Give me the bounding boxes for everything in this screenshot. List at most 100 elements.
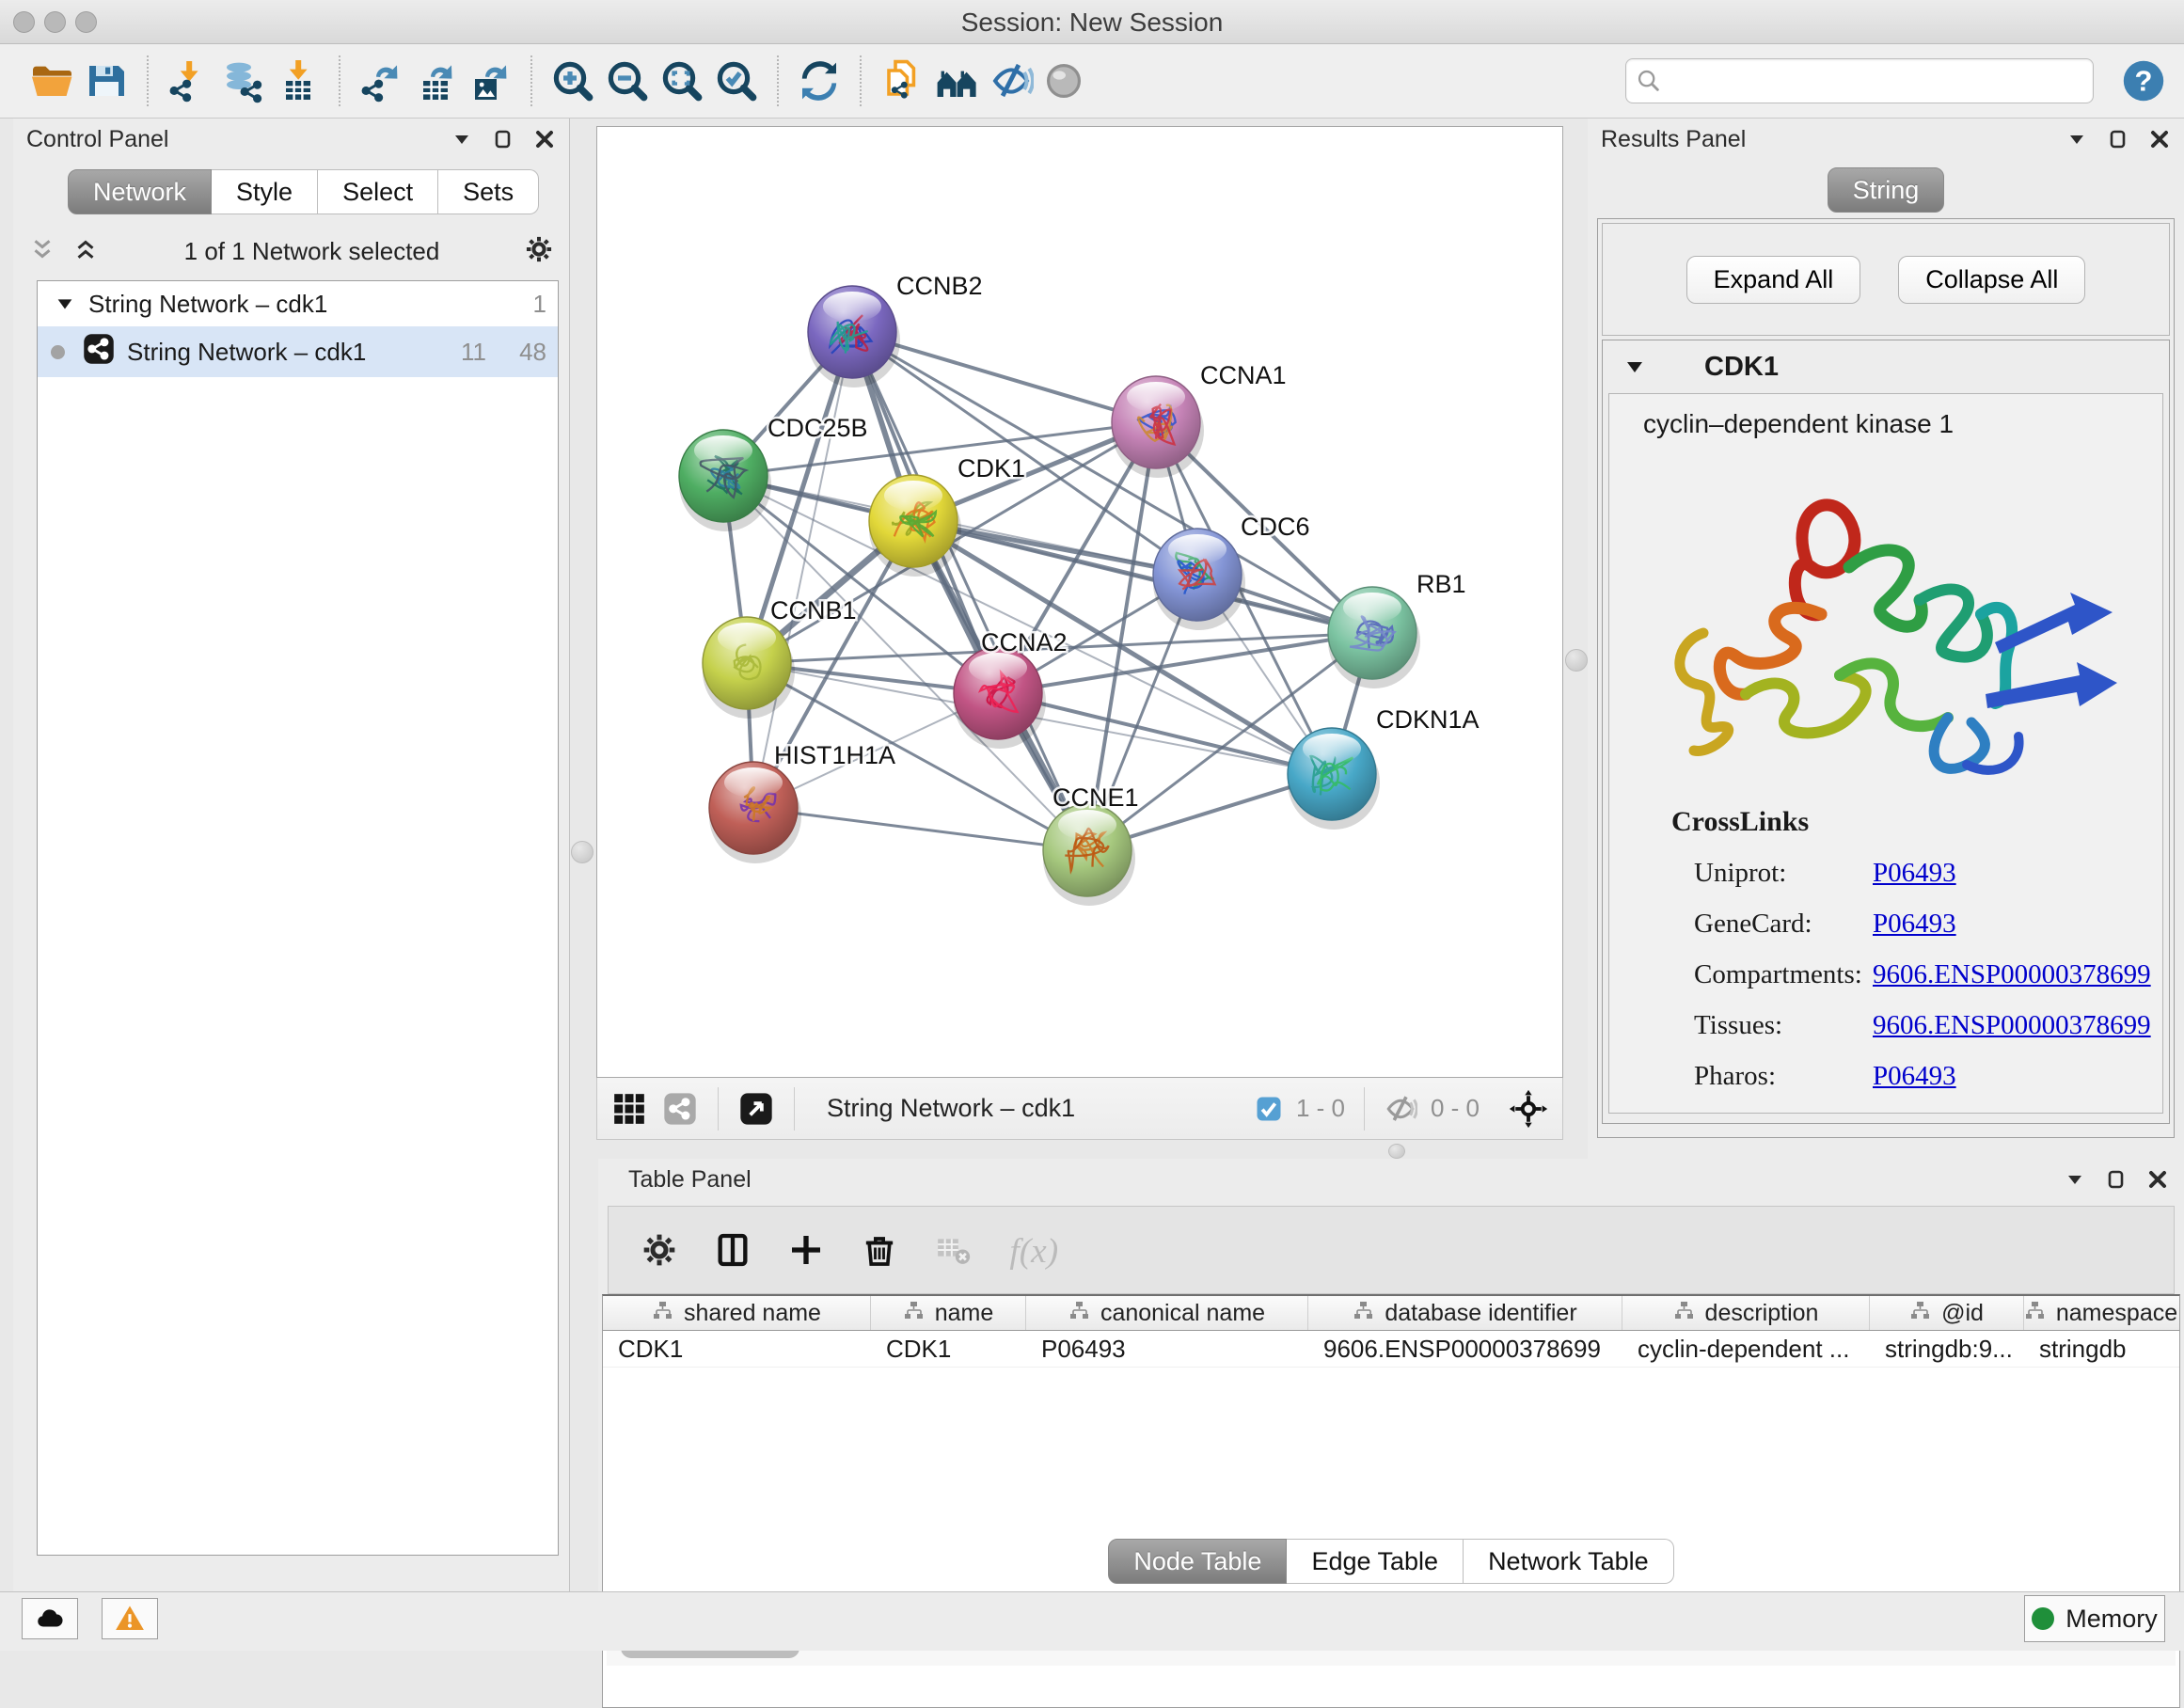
column-header[interactable]: canonical name — [1026, 1296, 1308, 1330]
control-panel-close-icon[interactable] — [533, 128, 556, 150]
network-node-CCNE1[interactable]: CCNE1 — [1043, 783, 1139, 906]
tab-sets[interactable]: Sets — [438, 169, 539, 214]
export-table-icon[interactable] — [408, 54, 463, 108]
control-panel-menu-icon[interactable] — [451, 128, 473, 150]
save-icon[interactable] — [79, 54, 134, 108]
network-node-RB1[interactable]: RB1 — [1328, 570, 1466, 688]
export-network-icon[interactable] — [354, 54, 408, 108]
delete-row-icon[interactable] — [861, 1231, 898, 1269]
tab-network[interactable]: Network — [68, 169, 212, 214]
cell-name[interactable]: CDK1 — [871, 1335, 1026, 1364]
cell-database-identifier[interactable]: 9606.ENSP00000378699 — [1308, 1335, 1622, 1364]
crosslink-link[interactable]: P06493 — [1873, 1061, 1956, 1092]
crosslink-row: GeneCard: P06493 — [1609, 909, 2162, 940]
cell-description[interactable]: cyclin-dependent ... — [1622, 1335, 1870, 1364]
table-panel-float-icon[interactable] — [2105, 1168, 2128, 1191]
export-image-icon[interactable] — [463, 54, 517, 108]
string-home-icon[interactable] — [929, 54, 984, 108]
refresh-icon[interactable] — [792, 54, 847, 108]
column-header[interactable]: database identifier — [1308, 1296, 1622, 1330]
section-expander-icon[interactable] — [1623, 356, 1646, 378]
network-collection-row[interactable]: String Network – cdk1 1 — [38, 281, 558, 326]
collapse-all-icon[interactable] — [28, 235, 56, 268]
zoom-out-icon[interactable] — [600, 54, 655, 108]
cell-id[interactable]: stringdb:9... — [1870, 1335, 2024, 1364]
crosslink-link[interactable]: 9606.ENSP00000378699 — [1873, 959, 2151, 990]
network-node-CCNB1[interactable]: CCNB1 — [703, 596, 857, 719]
right-splitter-handle[interactable] — [1565, 649, 1588, 672]
network-node-CCNA1[interactable]: CCNA1 — [1112, 361, 1287, 478]
import-network-icon[interactable] — [162, 54, 216, 108]
tab-style[interactable]: Style — [212, 169, 318, 214]
node-label: CDKN1A — [1376, 705, 1480, 734]
network-node-HIST1H1A[interactable]: HIST1H1A — [709, 741, 895, 863]
grid-view-icon[interactable] — [610, 1090, 648, 1128]
results-panel-float-icon[interactable] — [2107, 128, 2129, 150]
node-label: CCNE1 — [1052, 783, 1139, 812]
control-panel-float-icon[interactable] — [492, 128, 514, 150]
column-header[interactable]: @id — [1870, 1296, 2024, 1330]
tab-edge-table[interactable]: Edge Table — [1287, 1539, 1464, 1584]
bottom-splitter-handle[interactable] — [1388, 1144, 1405, 1159]
results-panel-menu-icon[interactable] — [2065, 128, 2088, 150]
column-header[interactable]: shared name — [603, 1296, 871, 1330]
zoom-fit-icon[interactable] — [655, 54, 709, 108]
cell-canonical-name[interactable]: P06493 — [1026, 1335, 1308, 1364]
network-edges — [723, 332, 1372, 850]
gene-description: cyclin–dependent kinase 1 — [1609, 394, 2162, 439]
table-row[interactable]: CDK1 CDK1 P06493 9606.ENSP00000378699 cy… — [603, 1331, 2179, 1368]
crosslink-label: Tissues: — [1609, 1010, 1873, 1041]
cell-shared-name[interactable]: CDK1 — [603, 1335, 871, 1364]
column-header[interactable]: name — [871, 1296, 1026, 1330]
table-settings-icon[interactable] — [641, 1231, 678, 1269]
network-row-label: String Network – cdk1 — [127, 338, 426, 367]
selected-checkbox-icon[interactable] — [1255, 1095, 1283, 1123]
tab-select[interactable]: Select — [318, 169, 438, 214]
tab-network-table[interactable]: Network Table — [1464, 1539, 1674, 1584]
left-splitter-handle[interactable] — [571, 841, 593, 863]
show-panel-icon[interactable] — [1038, 54, 1093, 108]
expand-all-button[interactable]: Expand All — [1686, 256, 1861, 304]
zoom-in-icon[interactable] — [546, 54, 600, 108]
crosslink-row: Uniprot: P06493 — [1609, 858, 2162, 889]
string-results-box: Expand All Collapse All CDK1 cyclin–depe… — [1597, 218, 2175, 1138]
import-database-icon[interactable] — [216, 54, 271, 108]
fit-content-crosshair-icon[interactable] — [1508, 1088, 1549, 1130]
results-panel-close-icon[interactable] — [2148, 128, 2171, 150]
cloud-icon[interactable] — [22, 1598, 78, 1639]
import-table-icon[interactable] — [271, 54, 325, 108]
network-overview-icon[interactable] — [661, 1090, 699, 1128]
network-node-CCNA2[interactable]: CCNA2 — [954, 628, 1068, 749]
network-canvas[interactable]: CCNB2 CCNA1 CDC25B CDK1 CDC6 RB1 CCNB1 — [596, 126, 1563, 1078]
network-options-gear-icon[interactable] — [524, 234, 554, 269]
crosslink-link[interactable]: P06493 — [1873, 858, 1956, 889]
collapse-all-button[interactable]: Collapse All — [1898, 256, 2085, 304]
open-icon[interactable] — [24, 54, 79, 108]
expand-all-icon[interactable] — [71, 235, 100, 268]
help-icon[interactable]: ? — [2116, 54, 2171, 108]
column-header[interactable]: description — [1622, 1296, 1870, 1330]
tab-string[interactable]: String — [1828, 167, 1945, 213]
table-panel-menu-icon[interactable] — [2064, 1168, 2086, 1191]
zoom-selected-icon[interactable] — [709, 54, 764, 108]
warning-icon[interactable] — [102, 1598, 158, 1639]
sort-icon — [1909, 1299, 1932, 1328]
network-node-CDK1[interactable]: CDK1 — [869, 454, 1025, 577]
table-panel-close-icon[interactable] — [2146, 1168, 2169, 1191]
network-node-CCNB2[interactable]: CCNB2 — [808, 272, 983, 387]
show-columns-icon[interactable] — [714, 1231, 752, 1269]
cell-namespace[interactable]: stringdb — [2024, 1335, 2177, 1364]
memory-button[interactable]: Memory — [2024, 1595, 2165, 1642]
network-row-selected[interactable]: String Network – cdk1 11 48 — [38, 326, 558, 377]
hide-panel-icon[interactable] — [984, 54, 1038, 108]
tree-expander-icon[interactable] — [55, 293, 75, 314]
crosslink-link[interactable]: P06493 — [1873, 909, 1956, 940]
network-node-CDKN1A[interactable]: CDKN1A — [1288, 705, 1480, 830]
tab-node-table[interactable]: Node Table — [1108, 1539, 1287, 1584]
add-row-icon[interactable] — [787, 1231, 825, 1269]
column-header[interactable]: namespace — [2024, 1296, 2177, 1330]
clone-network-icon[interactable] — [875, 54, 929, 108]
crosslink-link[interactable]: 9606.ENSP00000378699 — [1873, 1010, 2151, 1041]
search-input[interactable] — [1670, 61, 2078, 99]
detach-view-icon[interactable] — [737, 1090, 775, 1128]
